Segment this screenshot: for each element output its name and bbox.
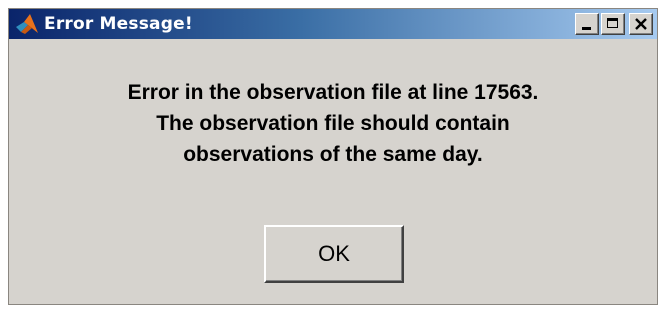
message-line-3: observations of the same day. xyxy=(183,143,483,166)
matlab-logo-icon xyxy=(15,12,39,36)
window-controls xyxy=(575,13,653,35)
maximize-button[interactable] xyxy=(601,13,625,35)
maximize-icon xyxy=(607,18,618,28)
window-title: Error Message! xyxy=(44,14,193,34)
message-line-1: Error in the observation file at line 17… xyxy=(127,81,539,104)
error-message: Error in the observation file at line 17… xyxy=(9,77,657,170)
minimize-icon xyxy=(582,27,591,30)
ok-button[interactable]: OK xyxy=(264,225,404,283)
error-dialog: Error Message! Error in the observation … xyxy=(8,8,658,305)
minimize-button[interactable] xyxy=(575,13,599,35)
title-bar[interactable]: Error Message! xyxy=(9,9,657,39)
close-button[interactable] xyxy=(629,13,653,35)
message-line-2: The observation file should contain xyxy=(156,112,510,135)
close-icon xyxy=(635,18,647,30)
